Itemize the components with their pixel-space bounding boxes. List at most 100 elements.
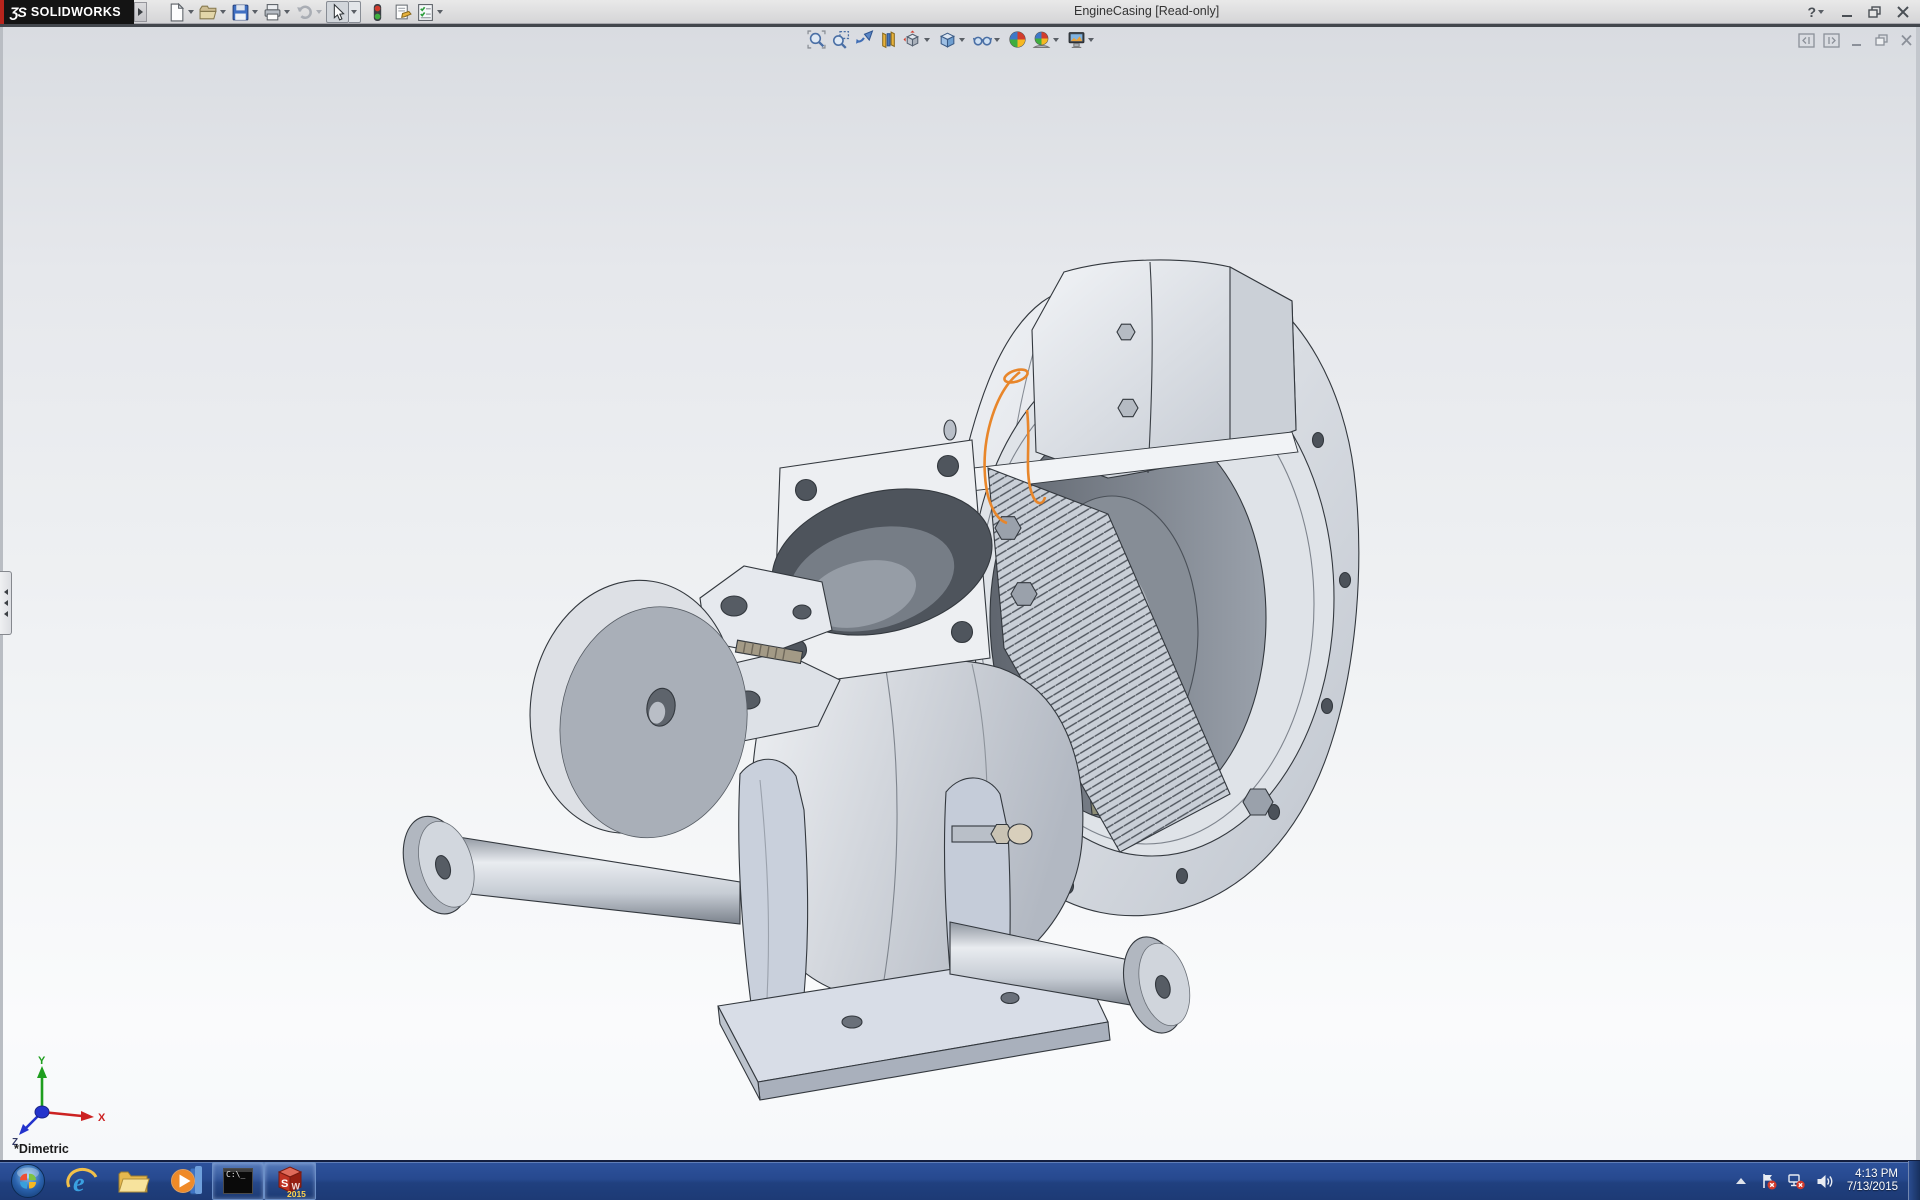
- dropdown-arrow-icon[interactable]: [1053, 38, 1059, 42]
- tray-clock[interactable]: 4:13 PM 7/13/2015: [1847, 1168, 1898, 1194]
- restore-document-button[interactable]: [1873, 33, 1890, 48]
- open-folder-icon: [199, 3, 218, 22]
- taskbar-internet-explorer[interactable]: e: [56, 1162, 108, 1200]
- internet-explorer-icon: e: [65, 1165, 99, 1197]
- chevron-up-icon: [1736, 1178, 1746, 1184]
- options-button[interactable]: [415, 1, 447, 23]
- tray-date: 7/13/2015: [1847, 1181, 1898, 1194]
- taskbar-media-player[interactable]: [160, 1162, 212, 1200]
- rebuild-button[interactable]: [367, 1, 388, 23]
- open-button[interactable]: [198, 1, 230, 23]
- previous-view-icon: [855, 30, 874, 49]
- menu-bar-toolbar: [166, 0, 447, 24]
- show-hidden-icons-button[interactable]: [1732, 1172, 1750, 1190]
- windows-taskbar: e C:\_: [0, 1160, 1920, 1200]
- network-status-icon[interactable]: [1788, 1172, 1806, 1190]
- windows-start-orb-icon: [10, 1163, 46, 1199]
- dropdown-arrow-icon[interactable]: [1818, 10, 1824, 14]
- display-style-button[interactable]: [937, 29, 969, 50]
- zoom-to-area-button[interactable]: [830, 29, 851, 50]
- section-view-icon: [879, 30, 898, 49]
- eyeglasses-icon: [973, 30, 992, 49]
- solidworks-2015-icon: S W 2015: [273, 1164, 307, 1198]
- tray-time: 4:13 PM: [1847, 1168, 1898, 1181]
- display-style-icon: [938, 30, 957, 49]
- save-floppy-icon: [231, 3, 250, 22]
- restore-button[interactable]: [1866, 4, 1884, 20]
- new-document-button[interactable]: [166, 1, 198, 23]
- view-orientation-label: *Dimetric: [14, 1142, 69, 1156]
- graphics-viewport[interactable]: [0, 27, 1920, 1160]
- speaker-icon: [1816, 1173, 1834, 1190]
- window-frame-divider: [0, 24, 1920, 27]
- minimize-document-button[interactable]: [1848, 33, 1865, 48]
- edit-appearance-button[interactable]: [1007, 29, 1028, 50]
- triad-y-label: Y: [38, 1055, 46, 1067]
- taskbar-solidworks[interactable]: S W 2015: [264, 1162, 316, 1200]
- solidworks-logo: ƷS SOLIDWORKS: [0, 0, 134, 24]
- taskbar-windows-explorer[interactable]: [108, 1162, 160, 1200]
- cmd-prompt-text: C:\_: [226, 1170, 245, 1179]
- view-orientation-button[interactable]: [902, 29, 934, 50]
- apply-scene-button[interactable]: [1031, 29, 1063, 50]
- zoom-to-area-icon: [831, 30, 850, 49]
- show-desktop-button[interactable]: [1908, 1161, 1920, 1200]
- section-view-button[interactable]: [878, 29, 899, 50]
- dropdown-arrow-icon[interactable]: [220, 10, 226, 14]
- dropdown-arrow-icon[interactable]: [437, 10, 443, 14]
- view-settings-icon: [1067, 30, 1086, 49]
- dropdown-arrow-icon[interactable]: [252, 10, 258, 14]
- start-button[interactable]: [0, 1161, 56, 1200]
- chevron-right-icon: [138, 8, 143, 16]
- close-button[interactable]: [1894, 4, 1912, 20]
- menu-expander-button[interactable]: [134, 2, 147, 22]
- network-disconnected-icon: [1788, 1173, 1805, 1190]
- print-button[interactable]: [262, 1, 294, 23]
- file-properties-button[interactable]: [392, 1, 413, 23]
- dropdown-arrow-icon[interactable]: [1088, 38, 1094, 42]
- zoom-to-fit-icon: [807, 30, 826, 49]
- options-checklist-icon: [416, 3, 435, 22]
- view-settings-button[interactable]: [1066, 29, 1098, 50]
- hide-show-items-button[interactable]: [972, 29, 1004, 50]
- close-document-button[interactable]: [1898, 33, 1915, 48]
- dropdown-arrow-icon[interactable]: [188, 10, 194, 14]
- show-left-pane-button[interactable]: [1798, 33, 1815, 48]
- document-window-controls: [1798, 33, 1915, 48]
- save-button[interactable]: [230, 1, 262, 23]
- taskbar-command-prompt[interactable]: C:\_: [212, 1162, 264, 1200]
- select-cursor-icon: [328, 3, 347, 22]
- rebuild-traffic-light-icon: [368, 3, 387, 22]
- print-icon: [263, 3, 282, 22]
- show-right-pane-button[interactable]: [1823, 33, 1840, 48]
- select-tool-button[interactable]: [326, 1, 349, 23]
- dropdown-arrow-icon[interactable]: [924, 38, 930, 42]
- zoom-to-fit-button[interactable]: [806, 29, 827, 50]
- minimize-button[interactable]: [1838, 4, 1856, 20]
- logo-wordmark: SOLIDWORKS: [31, 5, 121, 19]
- chevron-left-icon: [4, 611, 8, 617]
- volume-icon[interactable]: [1816, 1172, 1834, 1190]
- undo-icon: [295, 3, 314, 22]
- undo-button[interactable]: [294, 1, 326, 23]
- help-button[interactable]: ?: [1806, 1, 1828, 23]
- headsup-view-toolbar: [806, 29, 1098, 50]
- select-tool-dropdown[interactable]: [349, 1, 361, 23]
- appearance-ball-icon: [1008, 30, 1027, 49]
- dropdown-arrow-icon[interactable]: [994, 38, 1000, 42]
- action-center-icon[interactable]: [1760, 1172, 1778, 1190]
- help-icon: ?: [1807, 4, 1816, 20]
- previous-view-button[interactable]: [854, 29, 875, 50]
- folder-icon: [117, 1166, 151, 1196]
- window-controls: ?: [1806, 0, 1912, 24]
- file-properties-icon: [393, 3, 412, 22]
- featuremanager-collapsed-tab[interactable]: [0, 571, 12, 635]
- dropdown-arrow-icon[interactable]: [959, 38, 965, 42]
- dropdown-arrow-icon[interactable]: [316, 10, 322, 14]
- reference-triad: Y X Z: [6, 1054, 116, 1146]
- logo-red-accent: [0, 0, 4, 24]
- window-title: EngineCasing [Read-only]: [1074, 4, 1219, 18]
- flag-icon: [1760, 1173, 1777, 1190]
- logo-3ds-mark: ƷS: [10, 4, 26, 20]
- dropdown-arrow-icon[interactable]: [284, 10, 290, 14]
